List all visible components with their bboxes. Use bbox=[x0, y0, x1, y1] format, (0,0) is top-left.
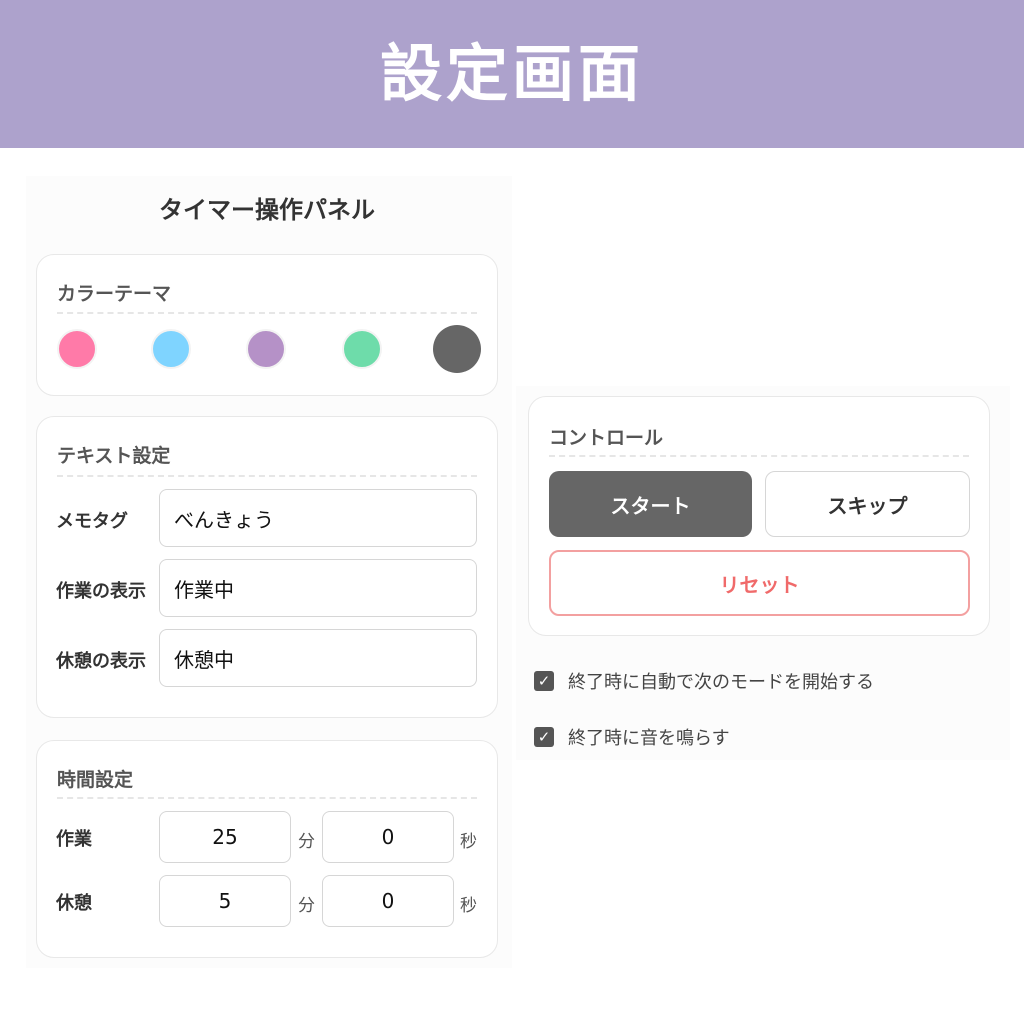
break-display-label: 休憩の表示 bbox=[56, 651, 146, 672]
break-display-input[interactable]: 休憩中 bbox=[159, 629, 477, 687]
break-minutes-input[interactable]: 5 bbox=[159, 875, 291, 927]
sound-label: 終了時に音を鳴らす bbox=[568, 728, 730, 749]
memo-tag-label: メモタグ bbox=[56, 511, 128, 532]
work-display-value: 作業中 bbox=[174, 577, 234, 602]
time-settings-card: 時間設定 作業 25 分 0 秒 休憩 5 分 0 秒 bbox=[36, 740, 498, 958]
break-minutes-value: 5 bbox=[218, 889, 232, 913]
break-seconds-value: 0 bbox=[381, 889, 395, 913]
work-time-label: 作業 bbox=[56, 829, 92, 850]
work-minutes-value: 25 bbox=[212, 825, 238, 849]
sound-checkbox[interactable]: ✓ bbox=[534, 727, 554, 747]
color-swatch-green[interactable] bbox=[342, 329, 382, 369]
work-seconds-value: 0 bbox=[381, 825, 395, 849]
panel-title: タイマー操作パネル bbox=[159, 196, 375, 224]
divider bbox=[549, 455, 969, 457]
time-settings-heading: 時間設定 bbox=[57, 769, 134, 791]
sound-option[interactable]: ✓ 終了時に音を鳴らす bbox=[534, 724, 730, 750]
work-seconds-input[interactable]: 0 bbox=[322, 811, 454, 863]
second-unit: 秒 bbox=[460, 896, 477, 916]
work-minutes-input[interactable]: 25 bbox=[159, 811, 291, 863]
color-theme-heading: カラーテーマ bbox=[57, 283, 172, 305]
text-settings-card: テキスト設定 メモタグ べんきょう 作業の表示 作業中 休憩の表示 休憩中 bbox=[36, 416, 498, 718]
break-seconds-input[interactable]: 0 bbox=[322, 875, 454, 927]
text-settings-heading: テキスト設定 bbox=[57, 445, 171, 467]
divider bbox=[57, 475, 477, 477]
auto-start-checkbox[interactable]: ✓ bbox=[534, 671, 554, 691]
divider bbox=[57, 797, 477, 799]
color-swatch-light-blue[interactable] bbox=[151, 329, 191, 369]
auto-start-label: 終了時に自動で次のモードを開始する bbox=[568, 672, 874, 693]
break-time-label: 休憩 bbox=[56, 893, 92, 914]
memo-tag-value: べんきょう bbox=[174, 507, 274, 532]
reset-button[interactable]: リセット bbox=[549, 550, 970, 616]
minute-unit: 分 bbox=[298, 896, 315, 916]
page-title: 設定画面 bbox=[379, 37, 644, 110]
memo-tag-input[interactable]: べんきょう bbox=[159, 489, 477, 547]
color-theme-card: カラーテーマ bbox=[36, 254, 498, 396]
break-display-value: 休憩中 bbox=[174, 647, 234, 672]
skip-button[interactable]: スキップ bbox=[765, 471, 970, 537]
work-display-input[interactable]: 作業中 bbox=[159, 559, 477, 617]
header-bar: 設定画面 bbox=[0, 0, 1024, 148]
control-heading: コントロール bbox=[549, 427, 664, 449]
color-swatch-purple[interactable] bbox=[246, 329, 286, 369]
second-unit: 秒 bbox=[460, 832, 477, 852]
work-display-label: 作業の表示 bbox=[56, 581, 146, 602]
auto-start-option[interactable]: ✓ 終了時に自動で次のモードを開始する bbox=[534, 668, 874, 694]
minute-unit: 分 bbox=[298, 832, 315, 852]
control-card: コントロール スタート スキップ リセット bbox=[528, 396, 990, 636]
color-swatch-pink[interactable] bbox=[57, 329, 97, 369]
color-swatch-dark-gray[interactable] bbox=[433, 325, 481, 373]
divider bbox=[57, 312, 477, 314]
start-button[interactable]: スタート bbox=[549, 471, 752, 537]
